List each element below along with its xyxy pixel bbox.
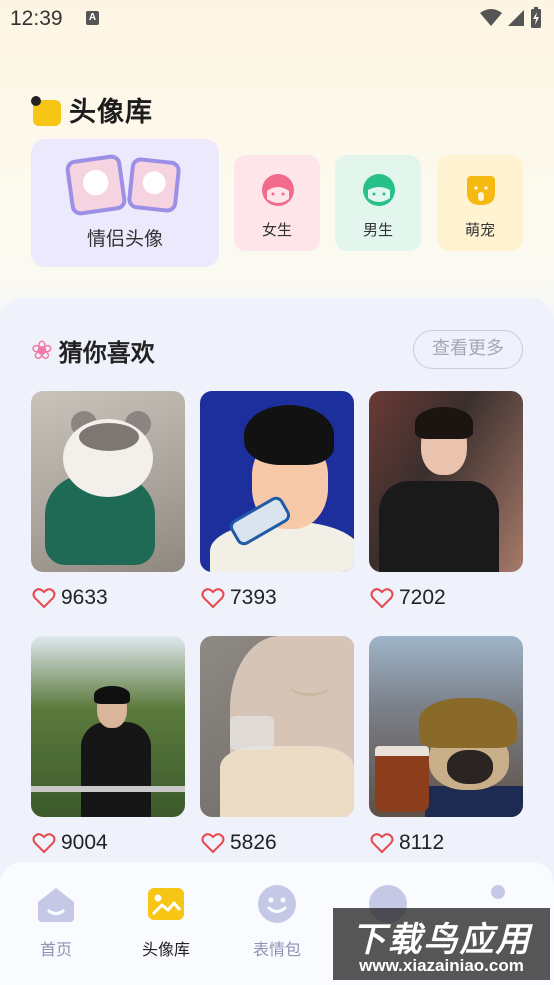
library-logo-icon [31, 94, 61, 126]
battery-icon [531, 7, 541, 28]
watermark-url: www.xiazainiao.com [359, 956, 524, 975]
category-couple[interactable]: 情侣头像 [31, 139, 219, 267]
recommend-title: 猜你喜欢 [58, 339, 155, 367]
category-pet[interactable]: 萌宠 [437, 155, 523, 251]
avatar-card[interactable]: 7393 [200, 391, 354, 610]
heart-icon[interactable] [201, 832, 225, 854]
avatar-image[interactable] [369, 391, 523, 572]
like-row: 8112 [369, 831, 523, 855]
avatar-image[interactable] [369, 636, 523, 817]
avatar-image[interactable] [200, 636, 354, 817]
boy-face-icon [363, 174, 395, 206]
avatar-image[interactable] [31, 636, 185, 817]
category-boy-label: 男生 [362, 221, 393, 239]
flower-icon: ❀ [31, 335, 53, 366]
status-bar: 12:39 A [0, 0, 554, 38]
nav-home-label: 首页 [39, 940, 72, 959]
page-title: 头像库 [69, 97, 153, 128]
heart-icon[interactable] [201, 587, 225, 609]
avatar-image[interactable] [200, 391, 354, 572]
category-girl-label: 女生 [261, 221, 292, 239]
pet-face-icon [467, 175, 495, 205]
recommend-header: ❀ 猜你喜欢 [31, 333, 155, 368]
heart-icon[interactable] [370, 587, 394, 609]
category-pet-label: 萌宠 [464, 221, 495, 239]
avatar-card[interactable]: 9004 [31, 636, 185, 855]
couple-thumb-left [64, 153, 128, 217]
notification-icon: A [86, 11, 99, 25]
nav-avatar-label: 头像库 [141, 940, 190, 959]
image-icon [148, 888, 184, 920]
avatar-card[interactable]: 9633 [31, 391, 185, 610]
category-boy[interactable]: 男生 [335, 155, 421, 251]
like-row: 9633 [31, 586, 185, 610]
avatar-card[interactable]: 8112 [369, 636, 523, 855]
library-header: 头像库 [31, 90, 153, 129]
home-icon [38, 888, 74, 922]
status-time: 12:39 [10, 7, 63, 30]
signal-icon [508, 10, 524, 26]
avatar-card[interactable]: 7202 [369, 391, 523, 610]
nav-emoji-label: 表情包 [252, 940, 301, 959]
like-row: 7393 [200, 586, 354, 610]
like-row: 7202 [369, 586, 523, 610]
smile-icon [258, 885, 296, 923]
heart-icon[interactable] [370, 832, 394, 854]
like-count: 9633 [61, 586, 108, 609]
watermark: 下载鸟应用 www.xiazainiao.com [333, 908, 550, 980]
like-count: 7202 [399, 586, 446, 609]
category-girl[interactable]: 女生 [234, 155, 320, 251]
like-count: 9004 [61, 831, 108, 854]
girl-face-icon [262, 174, 294, 206]
like-count: 8112 [399, 831, 445, 854]
heart-icon[interactable] [32, 587, 56, 609]
like-count: 5826 [230, 831, 277, 854]
heart-icon[interactable] [32, 832, 56, 854]
wifi-icon [480, 9, 502, 26]
couple-thumb-right [126, 156, 182, 214]
nav-avatar-library[interactable]: 头像库 [116, 884, 216, 960]
watermark-title: 下载鸟应用 [351, 920, 532, 960]
category-couple-label: 情侣头像 [86, 228, 163, 250]
avatar-image[interactable] [31, 391, 185, 572]
avatar-card[interactable]: 5826 [200, 636, 354, 855]
like-row: 5826 [200, 831, 354, 855]
nav-home[interactable]: 首页 [6, 884, 106, 960]
status-icons [480, 7, 542, 29]
like-count: 7393 [230, 586, 277, 609]
view-more-button[interactable]: 查看更多 [413, 330, 523, 369]
like-row: 9004 [31, 831, 185, 855]
nav-emoji[interactable]: 表情包 [227, 884, 327, 960]
